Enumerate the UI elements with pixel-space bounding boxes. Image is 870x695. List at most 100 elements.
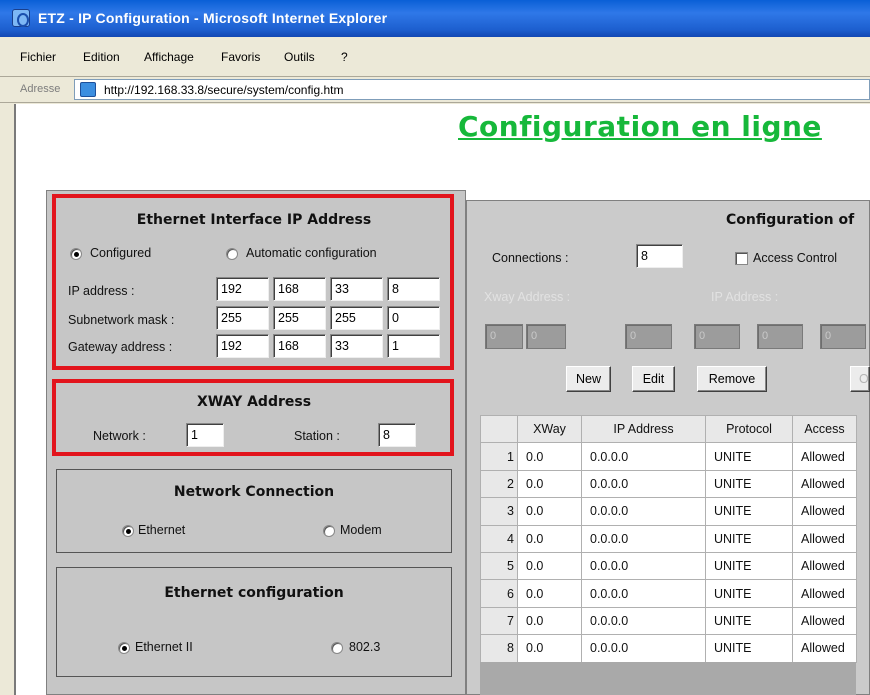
ip-2-disabled: 0 [694,324,740,349]
gateway-octet-2[interactable]: 168 [273,334,326,358]
table-row[interactable]: 1 0.0 0.0.0.0 UNITE Allowed [480,442,857,471]
gateway-octet-4[interactable]: 1 [387,334,440,358]
col-header-ip-address[interactable]: IP Address [581,414,706,444]
connections-label: Connections : [492,251,569,265]
edit-button[interactable]: Edit [632,366,675,392]
ip-1-disabled: 0 [625,324,672,349]
menu-help[interactable]: ? [341,50,348,64]
menu-affichage[interactable]: Affichage [144,50,194,64]
cell-access: Allowed [792,442,857,471]
xway-address-label-disabled: Xway Address : [484,290,571,304]
title-bar[interactable]: ETZ - IP Configuration - Microsoft Inter… [0,0,870,37]
cell-ip-address: 0.0.0.0 [581,469,706,499]
cell-access: Allowed [792,551,857,581]
radio-configured[interactable] [70,248,82,260]
cell-access: Allowed [792,497,857,526]
ip-octet-1[interactable]: 192 [216,277,269,301]
table-row[interactable]: 2 0.0 0.0.0.0 UNITE Allowed [480,469,857,499]
cell-access: Allowed [792,524,857,553]
ip-3-disabled: 0 [757,324,803,349]
xway-network-label: Network : [93,429,146,443]
row-index: 8 [480,634,518,663]
ip-4-disabled: 0 [820,324,866,349]
internet-explorer-icon [12,9,30,27]
cell-ip-address: 0.0.0.0 [581,634,706,663]
table-row[interactable]: 7 0.0 0.0.0.0 UNITE Allowed [480,606,857,636]
table-empty-area [480,662,856,695]
menu-favoris[interactable]: Favoris [221,50,260,64]
access-config-title: Configuration of [726,212,855,228]
table-row[interactable]: 3 0.0 0.0.0.0 UNITE Allowed [480,497,857,526]
ethernet-ip-title: Ethernet Interface IP Address [136,212,372,228]
ip-octet-4[interactable]: 8 [387,277,440,301]
cut-button[interactable]: O [850,366,870,392]
xway-network-input[interactable]: 1 [186,423,224,447]
cell-xway: 0.0 [517,524,582,553]
ip-address-label-disabled: IP Address : [711,290,779,304]
table-row[interactable]: 5 0.0 0.0.0.0 UNITE Allowed [480,551,857,581]
xway-network-disabled: 0 [485,324,523,349]
cell-ip-address: 0.0.0.0 [581,497,706,526]
gateway-label: Gateway address : [68,340,173,354]
menu-outils[interactable]: Outils [284,50,315,64]
access-control-checkbox[interactable] [735,252,748,265]
mask-octet-4[interactable]: 0 [387,306,440,330]
cell-ip-address: 0.0.0.0 [581,606,706,636]
access-table: XWay IP Address Protocol Access 1 0.0 0.0.… [480,414,857,663]
ethernet-config-box [56,567,452,677]
gateway-octet-1[interactable]: 192 [216,334,269,358]
address-bar: Adresse http://192.168.33.8/secure/syste… [0,77,870,103]
connections-input[interactable]: 8 [636,244,683,268]
radio-8023-label: 802.3 [349,640,381,654]
new-button[interactable]: New [566,366,611,392]
xway-station-disabled: 0 [526,324,566,349]
address-input[interactable]: http://192.168.33.8/secure/system/config… [74,79,870,100]
col-header-index [480,414,518,444]
ip-octet-2[interactable]: 168 [273,277,326,301]
col-header-protocol[interactable]: Protocol [705,414,793,444]
table-row[interactable]: 4 0.0 0.0.0.0 UNITE Allowed [480,524,857,553]
menu-fichier[interactable]: Fichier [20,50,56,64]
cell-protocol: UNITE [705,442,793,471]
table-row[interactable]: 6 0.0 0.0.0.0 UNITE Allowed [480,579,857,608]
radio-modem[interactable] [323,525,335,537]
cell-access: Allowed [792,634,857,663]
menu-edition[interactable]: Edition [83,50,120,64]
row-index: 7 [480,606,518,636]
cell-ip-address: 0.0.0.0 [581,524,706,553]
radio-ethernet-label: Ethernet [138,523,186,537]
col-header-xway[interactable]: XWay [517,414,582,444]
row-index: 6 [480,579,518,608]
col-header-access[interactable]: Access [792,414,857,444]
cell-ip-address: 0.0.0.0 [581,442,706,471]
mask-octet-1[interactable]: 255 [216,306,269,330]
menu-bar: Fichier Edition Affichage Favoris Outils… [0,37,870,77]
xway-station-label: Station : [294,429,340,443]
mask-octet-2[interactable]: 255 [273,306,326,330]
window-title: ETZ - IP Configuration - Microsoft Inter… [38,10,388,26]
table-row[interactable]: 8 0.0 0.0.0.0 UNITE Allowed [480,634,857,663]
cell-xway: 0.0 [517,497,582,526]
cell-xway: 0.0 [517,442,582,471]
radio-automatic-label: Automatic configuration [246,246,377,260]
cell-xway: 0.0 [517,469,582,499]
cell-xway: 0.0 [517,634,582,663]
cell-protocol: UNITE [705,606,793,636]
gateway-octet-3[interactable]: 33 [330,334,383,358]
radio-ethernet-ii[interactable] [118,642,130,654]
row-index: 4 [480,524,518,553]
cell-protocol: UNITE [705,469,793,499]
remove-button[interactable]: Remove [697,366,767,392]
row-index: 3 [480,497,518,526]
cell-protocol: UNITE [705,524,793,553]
cell-xway: 0.0 [517,551,582,581]
mask-octet-3[interactable]: 255 [330,306,383,330]
ip-octet-3[interactable]: 33 [330,277,383,301]
cell-access: Allowed [792,469,857,499]
radio-8023[interactable] [331,642,343,654]
radio-ethernet[interactable] [122,525,134,537]
cell-protocol: UNITE [705,634,793,663]
address-url: http://192.168.33.8/secure/system/config… [104,83,344,97]
xway-station-input[interactable]: 8 [378,423,416,447]
radio-automatic[interactable] [226,248,238,260]
